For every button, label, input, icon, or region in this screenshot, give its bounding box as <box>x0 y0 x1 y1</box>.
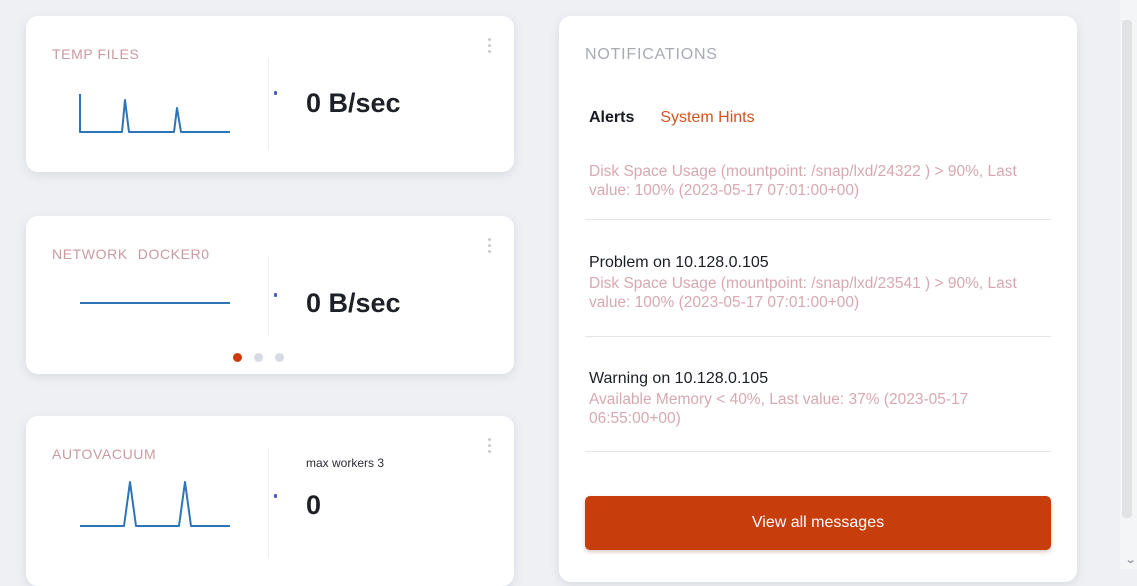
value-marker <box>274 494 277 498</box>
card-separator <box>268 448 269 558</box>
card-separator <box>268 256 269 336</box>
value-marker <box>274 293 277 297</box>
autovacuum-sparkline <box>80 481 230 527</box>
notification-divider <box>585 219 1051 220</box>
autovacuum-card: AUTOVACUUM max workers 3 0 <box>26 416 514 586</box>
network-sparkline <box>80 302 230 304</box>
autovacuum-value: 0 <box>306 490 322 520</box>
max-workers-label: max workers 3 <box>306 456 385 470</box>
notification-body: Disk Space Usage (mountpoint: /snap/lxd/… <box>589 163 1017 199</box>
temp-files-title: TEMP FILES <box>52 46 140 62</box>
notification-heading: Warning on 10.128.0.105 <box>589 370 769 387</box>
notification-item[interactable]: Warning on 10.128.0.105 Available Memory… <box>589 369 1053 428</box>
notifications-tabs: Alerts System Hints <box>589 109 755 127</box>
notification-item[interactable]: Disk Space Usage (mountpoint: /snap/lxd/… <box>589 162 1053 200</box>
scrollbar-thumb[interactable] <box>1122 20 1132 518</box>
network-value: 0 B/sec <box>306 288 401 318</box>
tab-system-hints[interactable]: System Hints <box>660 109 754 127</box>
pagination-dot[interactable] <box>254 353 263 362</box>
network-interface-name: DOCKER0 <box>137 246 210 262</box>
notification-divider <box>585 336 1051 337</box>
notification-body: Disk Space Usage (mountpoint: /snap/lxd/… <box>589 275 1017 311</box>
pagination-dot[interactable] <box>275 353 284 362</box>
chevron-down-icon[interactable]: ⌄ <box>1125 553 1137 566</box>
notifications-title: NOTIFICATIONS <box>585 46 718 63</box>
network-title-word: NETWORK <box>52 246 128 262</box>
notification-divider <box>585 451 1051 452</box>
tab-alerts[interactable]: Alerts <box>589 109 634 127</box>
network-card: NETWORK DOCKER0 0 B/sec <box>26 216 514 374</box>
network-title: NETWORK DOCKER0 <box>52 246 210 262</box>
card-separator <box>268 58 269 150</box>
temp-files-card: TEMP FILES 0 B/sec <box>26 16 514 172</box>
notification-heading: Problem on 10.128.0.105 <box>589 254 769 271</box>
pagination-dot-active[interactable] <box>233 353 242 362</box>
carousel-pagination <box>233 353 284 362</box>
view-all-messages-button[interactable]: View all messages <box>585 496 1051 550</box>
kebab-menu-icon[interactable] <box>486 238 492 253</box>
temp-files-value: 0 B/sec <box>306 88 401 118</box>
autovacuum-title: AUTOVACUUM <box>52 446 157 462</box>
notification-body: Available Memory < 40%, Last value: 37% … <box>589 391 969 427</box>
notification-item[interactable]: Problem on 10.128.0.105 Disk Space Usage… <box>589 253 1053 312</box>
value-marker <box>274 91 277 95</box>
notifications-panel: NOTIFICATIONS Alerts System Hints Disk S… <box>559 16 1077 582</box>
kebab-menu-icon[interactable] <box>486 438 492 453</box>
temp-files-sparkline <box>79 94 230 133</box>
kebab-menu-icon[interactable] <box>486 38 492 53</box>
